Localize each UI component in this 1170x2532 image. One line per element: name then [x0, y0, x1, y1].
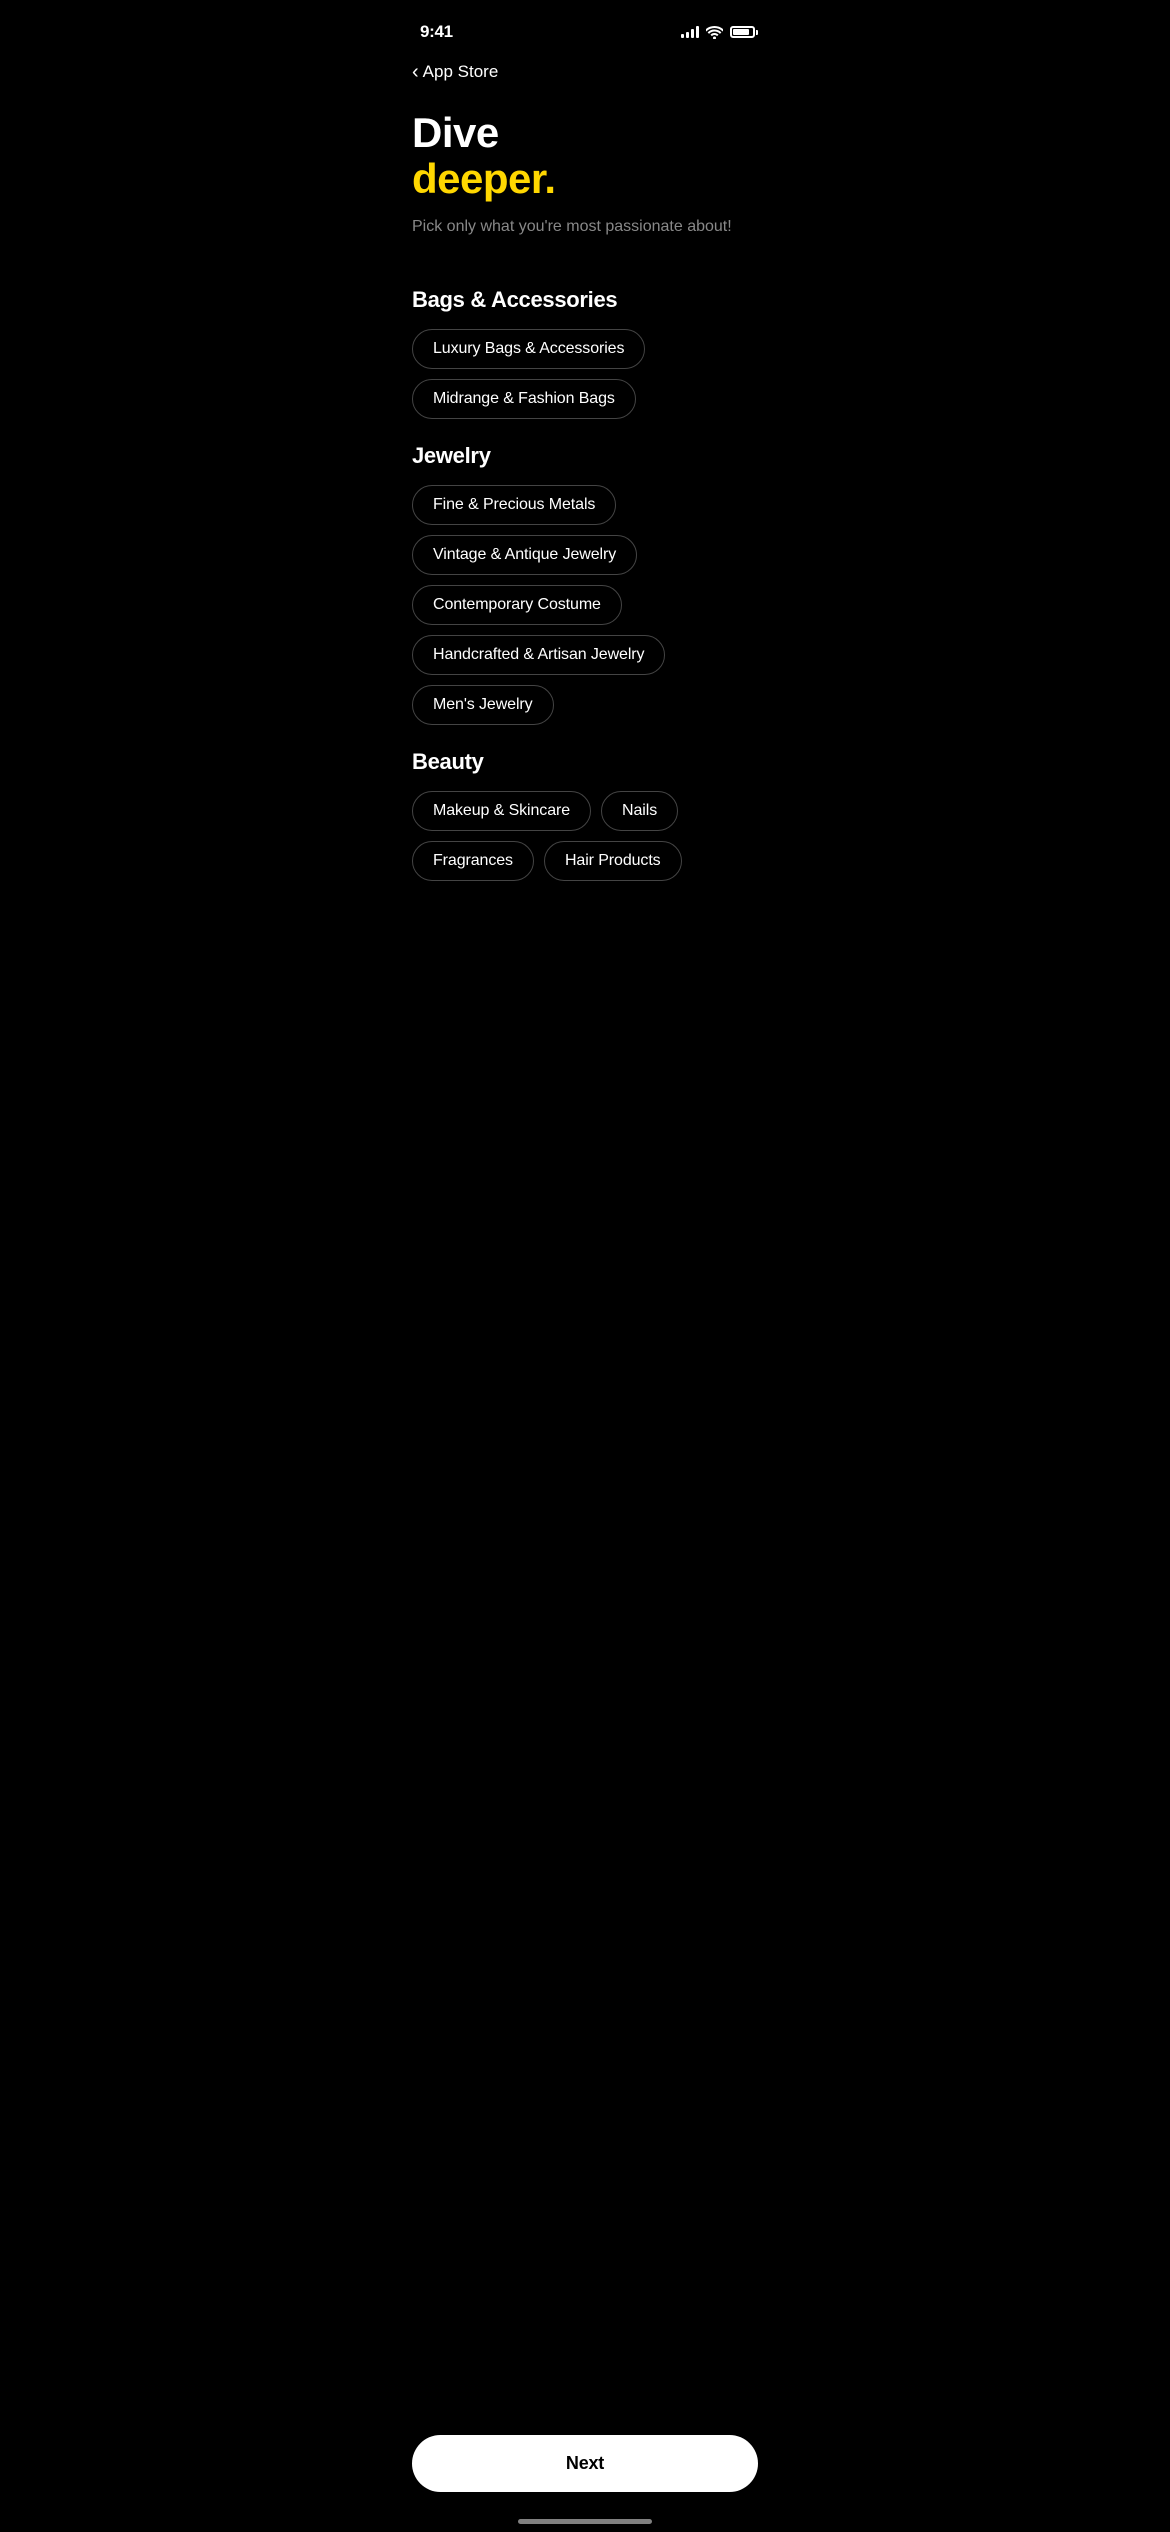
tag-hair-products[interactable]: Hair Products [544, 841, 682, 881]
title-yellow: deeper. [412, 156, 758, 202]
tag-vintage-jewelry[interactable]: Vintage & Antique Jewelry [412, 535, 637, 575]
signal-icon [681, 26, 699, 38]
tag-midrange-bags[interactable]: Midrange & Fashion Bags [412, 379, 636, 419]
section-title-beauty: Beauty [412, 749, 758, 775]
tag-makeup-skincare[interactable]: Makeup & Skincare [412, 791, 591, 831]
section-jewelry: Jewelry Fine & Precious Metals Vintage & A… [412, 443, 758, 725]
tag-contemporary[interactable]: Contemporary Costume [412, 585, 622, 625]
next-button-container: Next [390, 2419, 780, 2532]
page-title: Dive deeper. [412, 110, 758, 202]
section-title-jewelry: Jewelry [412, 443, 758, 469]
section-title-bags-accessories: Bags & Accessories [412, 287, 758, 313]
app-store-label: App Store [423, 62, 499, 82]
home-indicator [518, 2519, 652, 2524]
content: Bags & Accessories Luxury Bags & Accessor… [390, 255, 780, 1009]
tag-handcrafted[interactable]: Handcrafted & Artisan Jewelry [412, 635, 665, 675]
nav-bar: ‹ App Store [390, 50, 780, 86]
section-beauty: Beauty Makeup & SkincareNails FragrancesHa… [412, 749, 758, 881]
tag-nails[interactable]: Nails [601, 791, 678, 831]
wifi-icon [706, 26, 723, 39]
back-chevron-icon: ‹ [412, 62, 419, 82]
battery-icon [730, 26, 758, 38]
tags-jewelry: Fine & Precious Metals Vintage & Antique … [412, 485, 758, 725]
subtitle: Pick only what you're most passionate ab… [412, 216, 758, 238]
tag-mens-jewelry[interactable]: Men's Jewelry [412, 685, 554, 725]
status-bar: 9:41 [390, 0, 780, 50]
tags-bags-accessories: Luxury Bags & Accessories Midrange & Fash… [412, 329, 758, 419]
header: Dive deeper. Pick only what you're most … [390, 86, 780, 255]
status-icons [681, 26, 758, 39]
tag-luxury-bags[interactable]: Luxury Bags & Accessories [412, 329, 645, 369]
section-bags-accessories: Bags & Accessories Luxury Bags & Accessor… [412, 287, 758, 419]
next-button[interactable]: Next [412, 2435, 758, 2492]
back-button[interactable]: ‹ [412, 58, 419, 86]
title-white: Dive [412, 110, 758, 156]
tag-fragrances[interactable]: Fragrances [412, 841, 534, 881]
tag-fine-metals[interactable]: Fine & Precious Metals [412, 485, 616, 525]
tags-beauty: Makeup & SkincareNails FragrancesHair Pro… [412, 791, 758, 881]
status-time: 9:41 [420, 22, 453, 42]
